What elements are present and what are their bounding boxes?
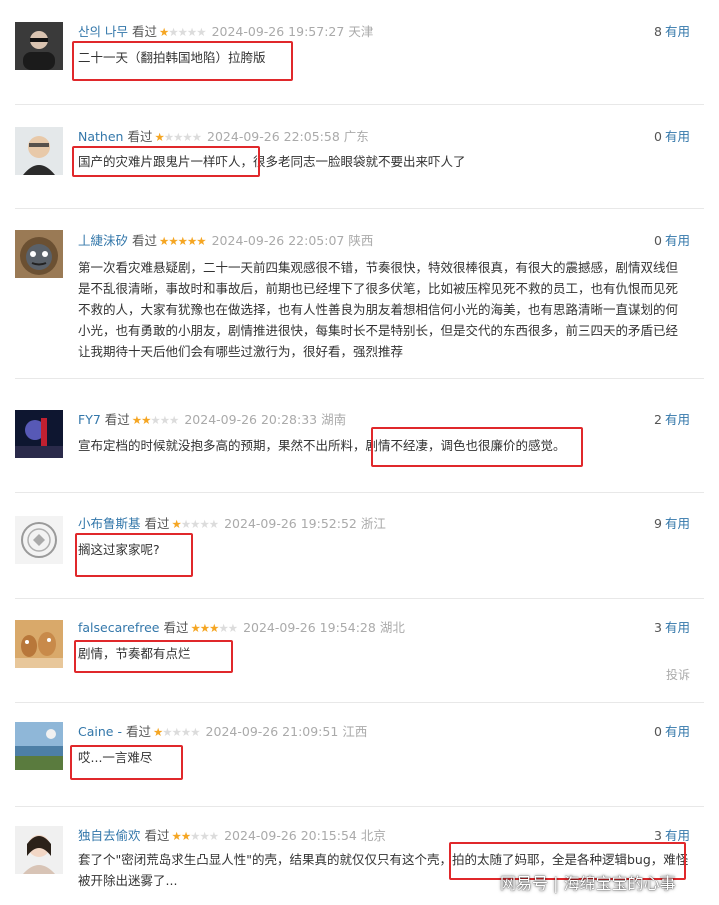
useful-vote[interactable]: 3 有用 [654, 620, 690, 636]
avatar[interactable] [15, 826, 63, 874]
review-item: FY7 看过 ★★★★★ 2024-09-26 20:28:33 湖南 2 有用 宣布定档… [0, 392, 719, 492]
username[interactable]: 산의 나무 [78, 24, 128, 39]
review-item: Nathen 看过 ★★★★★ 2024-09-26 22:05:58 广东 0 有用 国… [0, 105, 719, 210]
divider [15, 492, 704, 493]
useful-button[interactable]: 有用 [665, 724, 690, 739]
avatar[interactable] [15, 230, 63, 278]
username[interactable]: Caine - [78, 724, 122, 739]
username[interactable]: 小布鲁斯基 [78, 516, 141, 531]
review-text: 国产的灾难片跟鬼片一样吓人，很多老同志一脸眼袋就不要出来吓人了 [78, 154, 466, 169]
review-time: 2024-09-26 19:57:27 [211, 24, 345, 39]
review-time: 2024-09-26 19:52:52 [224, 516, 357, 531]
review-location: 湖北 [379, 620, 405, 635]
watched-label: 看过 [144, 828, 170, 843]
review-location: 北京 [360, 828, 386, 843]
review-time: 2024-09-26 20:15:54 [224, 828, 357, 843]
review-time: 2024-09-26 22:05:58 [207, 129, 340, 144]
avatar[interactable] [15, 722, 63, 770]
review-text: 二十一天（翻拍韩国地陷）拉胯版 [78, 50, 266, 65]
review-location: 江西 [342, 724, 368, 739]
useful-count: 0 [654, 724, 662, 739]
divider [15, 702, 704, 703]
useful-button[interactable]: 有用 [665, 412, 690, 427]
useful-count: 0 [654, 233, 662, 248]
useful-count: 8 [654, 24, 662, 39]
review-text: 第一次看灾难悬疑剧，二十一天前四集观感很不错，节奏很快，特效很棒很真，有很大的震… [78, 260, 679, 359]
watched-label: 看过 [132, 233, 158, 248]
useful-vote[interactable]: 9 有用 [654, 516, 690, 532]
rating-stars: ★★★★★ [171, 517, 220, 531]
rating-stars: ★★★★★ [190, 621, 239, 635]
useful-vote[interactable]: 0 有用 [654, 233, 690, 249]
useful-button[interactable]: 有用 [665, 233, 690, 248]
review-item: Caine - 看过 ★★★★★ 2024-09-26 21:09:51 江西 0 有用 … [0, 704, 719, 804]
divider [15, 806, 704, 807]
useful-count: 2 [654, 412, 662, 427]
review-text: 哎...一言难尽 [78, 750, 153, 765]
useful-button[interactable]: 有用 [665, 516, 690, 531]
watched-label: 看过 [104, 412, 130, 427]
rating-stars: ★★★★★ [159, 25, 207, 39]
review-item: 丄緁沬矽 看过 ★★★★★ 2024-09-26 22:05:07 陕西 0 有用 第一次… [0, 210, 719, 380]
review-time: 2024-09-26 22:05:07 [211, 233, 345, 248]
review-location: 湖南 [321, 412, 347, 427]
rating-stars: ★★★★★ [154, 130, 202, 144]
username[interactable]: 丄緁沬矽 [78, 233, 128, 248]
username[interactable]: 独自去偷欢 [78, 828, 141, 843]
rating-stars: ★★★★★ [152, 725, 201, 739]
useful-count: 3 [654, 620, 662, 635]
username[interactable]: Nathen [78, 129, 123, 144]
rating-stars: ★★★★★ [159, 234, 207, 248]
username[interactable]: falsecarefree [78, 620, 159, 635]
avatar[interactable] [15, 620, 63, 668]
useful-button[interactable]: 有用 [665, 620, 690, 635]
avatar[interactable] [15, 410, 63, 458]
review-item: falsecarefree 看过 ★★★★★ 2024-09-26 19:54:28 湖… [0, 600, 719, 700]
divider [15, 378, 704, 379]
review-text: 宣布定档的时候就没抱多高的预期，果然不出所料，剧情不经凄，调色也很廉价的感觉。 [78, 438, 566, 453]
review-location: 浙江 [360, 516, 386, 531]
review-location: 广东 [343, 129, 369, 144]
useful-vote[interactable]: 0 有用 [654, 129, 690, 145]
watched-label: 看过 [125, 724, 151, 739]
useful-vote[interactable]: 2 有用 [654, 412, 690, 428]
divider [15, 598, 704, 599]
useful-button[interactable]: 有用 [665, 129, 690, 144]
avatar[interactable] [15, 127, 63, 175]
watermark: 网易号 | 海绵宝宝的心事 [500, 874, 676, 893]
divider [15, 208, 704, 209]
useful-vote[interactable]: 8 有用 [654, 24, 690, 40]
useful-count: 9 [654, 516, 662, 531]
avatar[interactable] [15, 22, 63, 70]
review-time: 2024-09-26 20:28:33 [184, 412, 318, 427]
review-text: 剧情，节奏都有点烂 [78, 646, 191, 661]
watched-label: 看过 [144, 516, 170, 531]
review-item: 小布鲁斯基 看过 ★★★★★ 2024-09-26 19:52:52 浙江 9 有用 搁这… [0, 496, 719, 600]
rating-stars: ★★★★★ [131, 413, 180, 427]
avatar[interactable] [15, 516, 63, 564]
useful-count: 3 [654, 828, 662, 843]
rating-stars: ★★★★★ [171, 829, 220, 843]
useful-count: 0 [654, 129, 662, 144]
report-link[interactable]: 投诉 [666, 666, 690, 683]
review-time: 2024-09-26 19:54:28 [243, 620, 376, 635]
review-location: 天津 [348, 24, 374, 39]
review-time: 2024-09-26 21:09:51 [205, 724, 339, 739]
useful-button[interactable]: 有用 [665, 828, 690, 843]
useful-vote[interactable]: 0 有用 [654, 724, 690, 740]
watched-label: 看过 [127, 129, 153, 144]
username[interactable]: FY7 [78, 412, 101, 427]
watched-label: 看过 [163, 620, 189, 635]
useful-button[interactable]: 有用 [665, 24, 690, 39]
review-location: 陕西 [348, 233, 374, 248]
watched-label: 看过 [131, 24, 157, 39]
review-text: 搁这过家家呢? [78, 542, 160, 557]
review-item: 산의 나무 看过 ★★★★★ 2024-09-26 19:57:27 天津 8 有用 二十… [0, 0, 719, 105]
useful-vote[interactable]: 3 有用 [654, 828, 690, 844]
